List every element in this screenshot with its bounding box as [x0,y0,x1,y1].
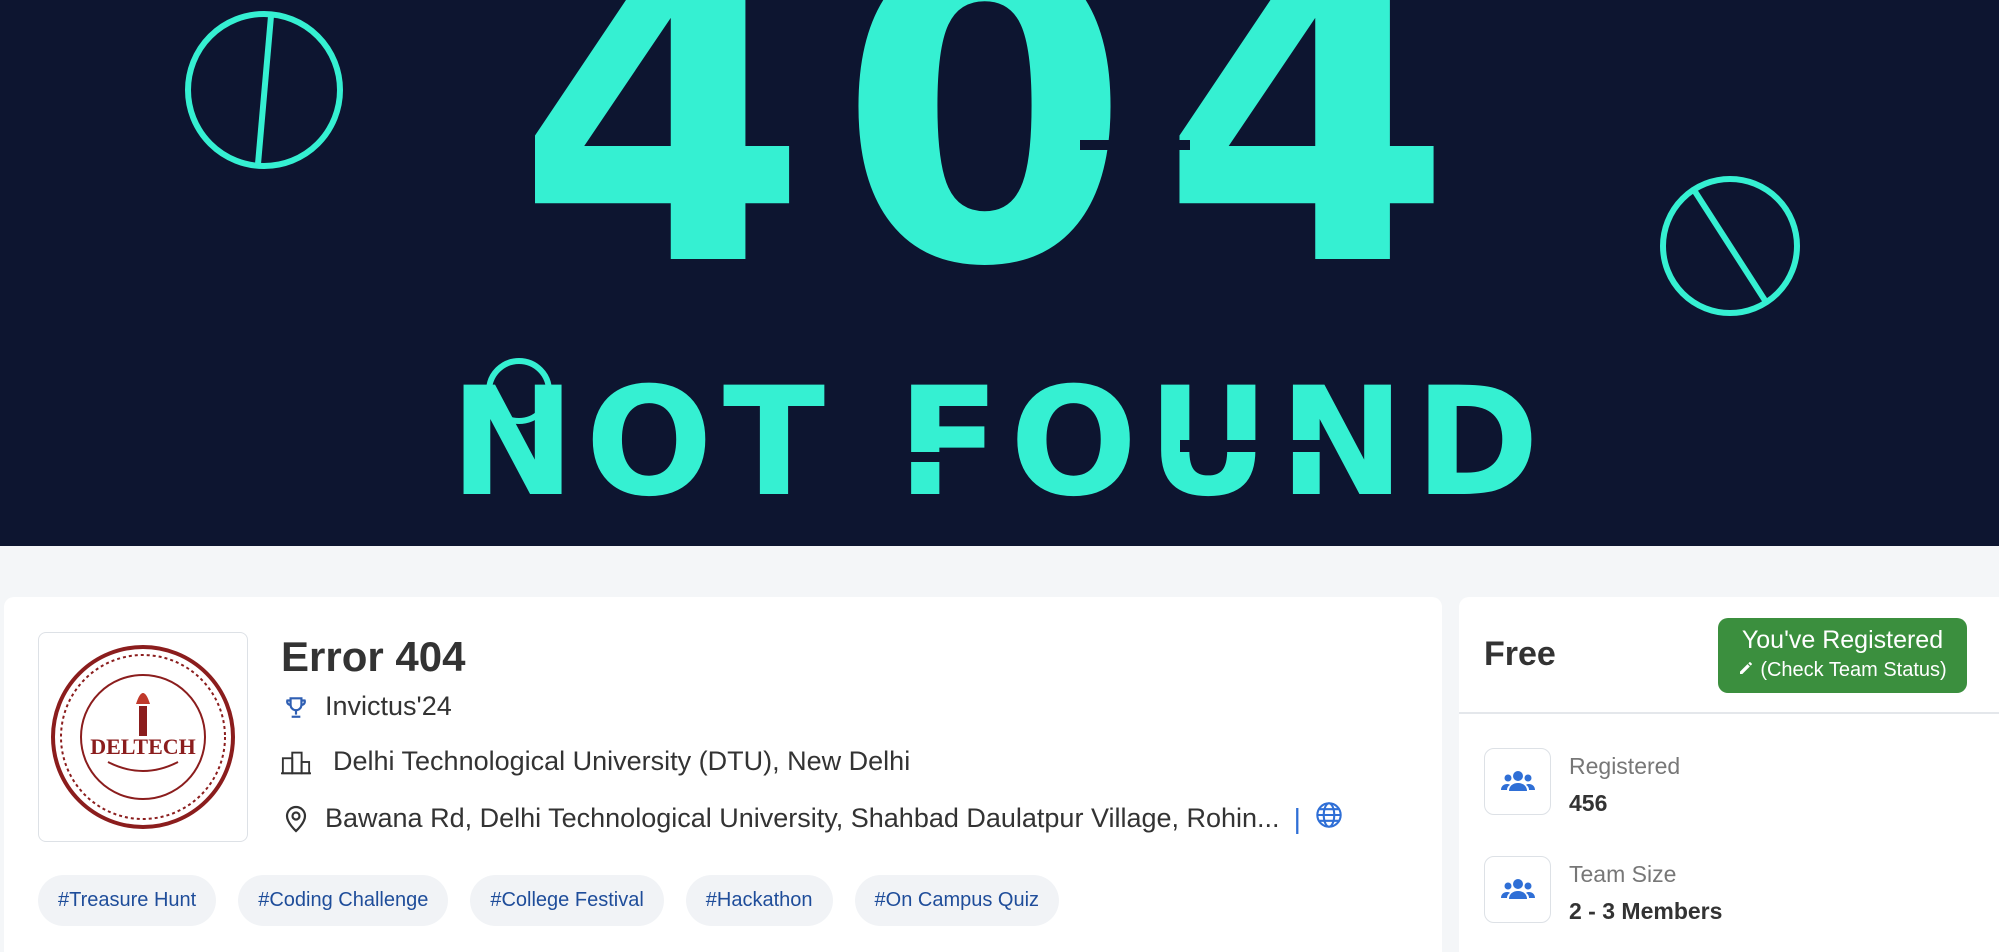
glitch-slice [1360,300,1450,310]
registered-button-label: You've Registered [1741,626,1944,654]
event-banner: 404 NOT FOUND [0,0,1999,546]
divider [1459,712,1999,714]
check-team-status-link[interactable]: (Check Team Status) [1718,659,1967,682]
banner-not-found-text: NOT FOUND [449,356,1550,530]
globe-icon[interactable] [1315,801,1343,836]
registered-button[interactable]: You've Registered (Check Team Status) [1718,618,1967,693]
tag-chip[interactable]: #Treasure Hunt [38,875,217,926]
location-pin-icon [281,804,311,834]
glitch-slice [800,452,940,462]
pencil-icon [1738,659,1754,682]
festival-row[interactable]: Invictus'24 [281,691,452,722]
stat-label: Team Size [1569,861,1677,887]
event-info-card: DELTECH Error 404 Invictus'24 Delhi Tech… [4,597,1442,952]
organisation-name: Delhi Technological University (DTU), Ne… [333,746,911,776]
users-icon [1484,856,1551,923]
glitch-slice [1080,140,1190,150]
banner-404-text: 404 [516,0,1483,359]
event-title: Error 404 [281,633,466,680]
registration-card: Free You've Registered (Check Team Statu… [1459,597,1999,952]
dtu-logo: DELTECH [51,645,235,829]
team-size-stat: Team Size 2 - 3 Members [1484,856,1722,925]
tag-chip[interactable]: #Hackathon [685,875,833,926]
organiser-logo: DELTECH [38,632,248,842]
address-row: Bawana Rd, Delhi Technological Universit… [281,801,1343,836]
users-icon [1484,748,1551,815]
separator: | [1293,802,1301,834]
address-text: Bawana Rd, Delhi Technological Universit… [325,803,1280,833]
building-icon [281,747,311,777]
price-label: Free [1484,635,1556,673]
festival-name: Invictus'24 [325,691,452,721]
logo-text: DELTECH [90,734,196,759]
tag-chip[interactable]: #On Campus Quiz [854,875,1060,926]
registered-count-stat: Registered 456 [1484,748,1680,817]
tag-chip[interactable]: #Coding Challenge [238,875,449,926]
stat-value: 2 - 3 Members [1569,898,1723,924]
tag-chip[interactable]: #College Festival [470,875,664,926]
stat-label: Registered [1569,753,1681,779]
stat-value: 456 [1569,790,1608,816]
trophy-icon [281,692,311,722]
organisation-row: Delhi Technological University (DTU), Ne… [281,746,910,777]
glitch-slice [690,262,820,276]
tag-list: #Treasure Hunt #Coding Challenge #Colleg… [38,875,1060,926]
glitch-slice [1180,440,1330,452]
check-team-status-label: (Check Team Status) [1760,659,1947,681]
